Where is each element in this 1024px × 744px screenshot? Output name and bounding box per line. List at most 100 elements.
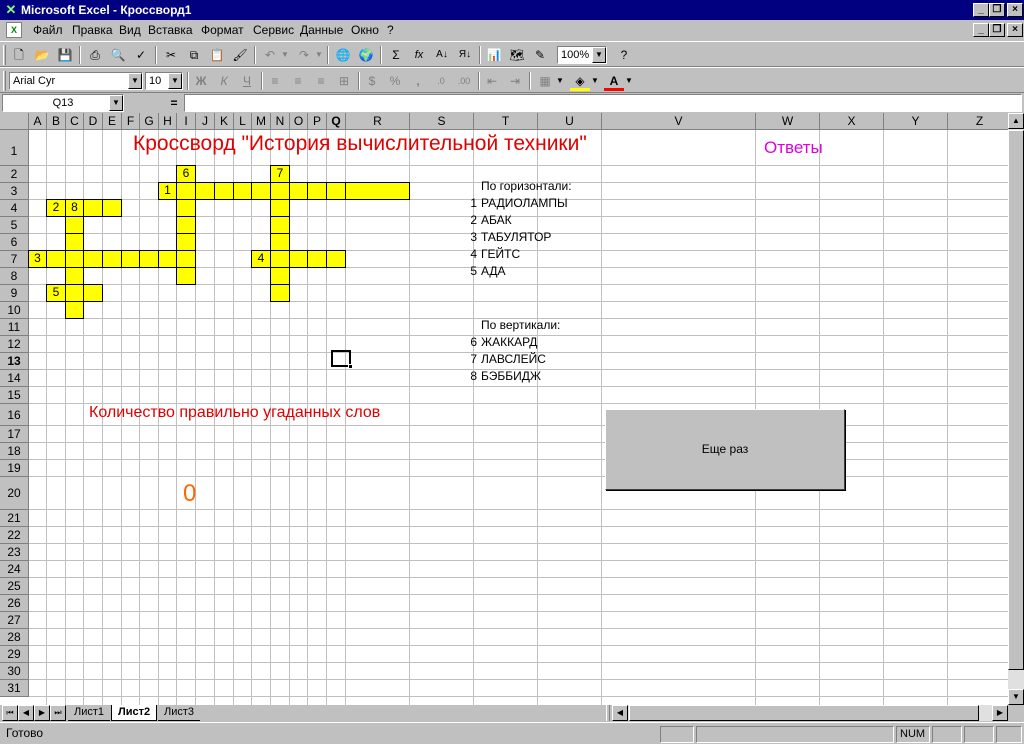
cut-icon[interactable]: ✂ <box>161 45 181 65</box>
font-color-icon[interactable]: A <box>604 71 624 91</box>
crossword-cell[interactable] <box>233 182 252 200</box>
crossword-number-cell[interactable]: 6 <box>176 165 196 183</box>
doc-restore-button[interactable]: ❐ <box>989 23 1005 37</box>
italic-button[interactable]: К <box>214 71 234 91</box>
underline-button[interactable]: Ч <box>237 71 257 91</box>
drawing-icon[interactable]: ✎ <box>530 45 550 65</box>
decrease-decimal-icon[interactable]: .00 <box>454 71 474 91</box>
column-header[interactable]: Z <box>948 113 1008 130</box>
row-header[interactable]: 6 <box>0 234 29 251</box>
autosum-icon[interactable]: Σ <box>386 45 406 65</box>
column-header[interactable]: W <box>756 113 820 130</box>
crossword-cell[interactable] <box>65 301 84 319</box>
crossword-cell[interactable] <box>270 216 290 234</box>
row-header[interactable]: 8 <box>0 268 29 285</box>
crossword-number-cell[interactable]: 8 <box>65 199 84 217</box>
spelling-icon[interactable]: ✓ <box>131 45 151 65</box>
scroll-thumb[interactable] <box>1008 130 1024 670</box>
column-header[interactable]: V <box>602 113 756 130</box>
row-header[interactable]: 15 <box>0 387 29 404</box>
edit-formula-button[interactable]: = <box>166 94 182 112</box>
format-painter-icon[interactable]: 🖌 <box>230 45 250 65</box>
borders-dropdown-icon[interactable]: ▼ <box>555 71 565 91</box>
row-header[interactable]: 2 <box>0 166 29 183</box>
crossword-cell[interactable] <box>83 199 103 217</box>
sort-descending-icon[interactable]: Я↓ <box>455 45 475 65</box>
fill-color-dropdown-icon[interactable]: ▼ <box>590 71 600 91</box>
crossword-cell[interactable] <box>121 250 140 268</box>
sort-ascending-icon[interactable]: A↓ <box>432 45 452 65</box>
doc-close-button[interactable]: × <box>1007 23 1023 37</box>
column-header[interactable]: G <box>140 113 159 130</box>
crossword-cell[interactable] <box>139 250 159 268</box>
font-name-select[interactable]: Arial Cyr ▼ <box>9 72 143 90</box>
crossword-cell[interactable] <box>46 250 66 268</box>
row-header[interactable]: 19 <box>0 460 29 477</box>
print-icon[interactable]: ⎙ <box>85 45 105 65</box>
row-header[interactable]: 20 <box>0 477 29 510</box>
row-header[interactable]: 4 <box>0 200 29 217</box>
column-header[interactable]: S <box>410 113 474 130</box>
last-sheet-icon[interactable]: ⏭ <box>50 705 66 721</box>
scroll-up-icon[interactable]: ▲ <box>1008 113 1024 129</box>
row-header[interactable]: 11 <box>0 319 29 336</box>
menu-edit[interactable]: Правка <box>72 20 113 40</box>
row-header[interactable]: 29 <box>0 646 29 663</box>
print-preview-icon[interactable]: 🔍 <box>108 45 128 65</box>
crossword-cell[interactable] <box>176 199 196 217</box>
crossword-cell[interactable] <box>307 182 327 200</box>
increase-indent-icon[interactable]: ⇥ <box>505 71 525 91</box>
crossword-cell[interactable] <box>214 182 234 200</box>
row-header[interactable]: 18 <box>0 443 29 460</box>
chevron-down-icon[interactable]: ▼ <box>109 95 123 111</box>
row-header[interactable]: 16 <box>0 404 29 426</box>
row-header[interactable]: 7 <box>0 251 29 268</box>
row-header[interactable]: 1 <box>0 130 29 166</box>
crossword-cell[interactable] <box>270 267 290 285</box>
column-header[interactable]: P <box>308 113 327 130</box>
column-header[interactable]: R <box>346 113 410 130</box>
row-header[interactable]: 21 <box>0 510 29 527</box>
menu-insert[interactable]: Вставка <box>148 20 193 40</box>
paste-icon[interactable]: 📋 <box>207 45 227 65</box>
restore-button[interactable]: ❐ <box>989 3 1005 17</box>
menu-format[interactable]: Формат <box>201 20 244 40</box>
decrease-indent-icon[interactable]: ⇤ <box>482 71 502 91</box>
crossword-cell[interactable] <box>176 182 196 200</box>
crossword-cell[interactable] <box>270 284 290 302</box>
menu-view[interactable]: Вид <box>119 20 141 40</box>
row-header[interactable]: 24 <box>0 561 29 578</box>
crossword-cell[interactable] <box>176 216 196 234</box>
close-button[interactable]: × <box>1007 3 1023 17</box>
crossword-cell[interactable] <box>326 182 346 200</box>
merge-center-icon[interactable]: ⊞ <box>334 71 354 91</box>
crossword-cell[interactable] <box>102 199 122 217</box>
column-header[interactable]: N <box>271 113 290 130</box>
increase-decimal-icon[interactable]: .0 <box>431 71 451 91</box>
row-header[interactable]: 23 <box>0 544 29 561</box>
row-header[interactable]: 14 <box>0 370 29 387</box>
row-header[interactable]: 3 <box>0 183 29 200</box>
tab-sheet3[interactable]: Лист3 <box>158 705 201 721</box>
chevron-down-icon[interactable]: ▼ <box>592 47 606 63</box>
crossword-number-cell[interactable]: 4 <box>251 250 271 268</box>
copy-icon[interactable]: ⧉ <box>184 45 204 65</box>
crossword-cell[interactable] <box>270 182 290 200</box>
chart-wizard-icon[interactable]: 📊 <box>484 45 504 65</box>
fill-handle[interactable] <box>348 364 353 369</box>
toolbar-grip[interactable] <box>3 71 6 91</box>
crossword-cell[interactable] <box>65 250 84 268</box>
tab-sheet1[interactable]: Лист1 <box>68 705 111 721</box>
crossword-cell[interactable] <box>65 233 84 251</box>
crossword-cell[interactable] <box>65 216 84 234</box>
answers-label[interactable]: Ответы <box>764 138 823 158</box>
row-header[interactable]: 5 <box>0 217 29 234</box>
crossword-cell[interactable] <box>83 250 103 268</box>
tab-sheet2[interactable]: Лист2 <box>111 705 158 721</box>
crossword-number-cell[interactable]: 2 <box>46 199 66 217</box>
column-header[interactable]: M <box>252 113 271 130</box>
crossword-cell[interactable] <box>176 267 196 285</box>
align-left-icon[interactable]: ≡ <box>265 71 285 91</box>
row-header[interactable]: 17 <box>0 426 29 443</box>
horizontal-scrollbar[interactable]: ◀ ▶ <box>612 705 1008 721</box>
